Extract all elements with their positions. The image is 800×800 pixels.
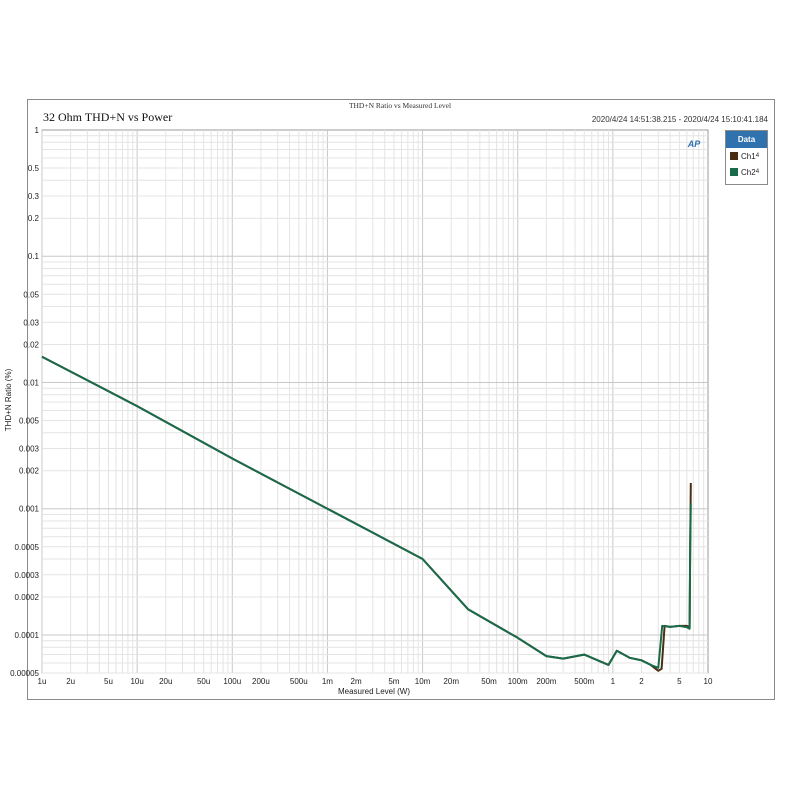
x-tick-label: 50u [197, 677, 210, 686]
legend-swatch-ch1 [730, 152, 738, 160]
y-axis-label: THD+N Ratio (%) [4, 368, 13, 431]
x-tick-label: 10 [704, 677, 713, 686]
x-tick-label: 50m [481, 677, 497, 686]
x-tick-label: 2u [66, 677, 75, 686]
x-tick-label: 100u [223, 677, 241, 686]
y-tick-label: 0.002 [19, 467, 40, 476]
legend-item-ch2[interactable]: Ch2 4 [726, 164, 767, 180]
y-tick-label: 0.001 [19, 505, 40, 514]
x-tick-label: 2m [351, 677, 362, 686]
x-tick-label: 1m [322, 677, 333, 686]
x-tick-label: 20u [159, 677, 172, 686]
x-tick-label: 1 [611, 677, 616, 686]
y-tick-label: 0.0001 [15, 631, 40, 640]
y-tick-label: 0.003 [19, 445, 40, 454]
y-tick-label: 0.2 [28, 214, 40, 223]
y-tick-label: 1 [35, 126, 40, 135]
x-tick-label: 1u [38, 677, 47, 686]
x-axis-label: Measured Level (W) [338, 687, 410, 696]
y-tick-label: 0.05 [23, 290, 39, 299]
y-tick-label: 0.0002 [15, 593, 40, 602]
x-tick-label: 200m [536, 677, 556, 686]
y-tick-label: 0.3 [28, 192, 40, 201]
legend: Data Ch1 4 Ch2 4 [725, 130, 768, 185]
grid [41, 129, 709, 674]
x-tick-label: 5 [677, 677, 682, 686]
legend-label-ch1: Ch1 [741, 151, 756, 161]
ap-logo-icon: AP [687, 139, 701, 149]
x-tick-label: 20m [443, 677, 459, 686]
legend-sub-ch2: 4 [755, 169, 760, 175]
y-tick-label: 0.0005 [15, 543, 40, 552]
legend-item-ch1[interactable]: Ch1 4 [726, 148, 767, 164]
y-tick-label: 0.03 [23, 318, 39, 327]
x-tick-label: 10m [415, 677, 431, 686]
y-tick-label: 0.01 [23, 378, 39, 387]
plot-area: 1u 2u 5u 10u 20u 50u 100u 200u 500u 1m 2m 5m 10m 20m 5… [4, 126, 713, 696]
y-tick-label: 0.1 [28, 252, 40, 261]
x-tick-label: 200u [252, 677, 270, 686]
x-tick-label: 5u [104, 677, 113, 686]
x-tick-label: 500u [290, 677, 308, 686]
legend-swatch-ch2 [730, 168, 738, 176]
x-tick-label: 500m [574, 677, 594, 686]
x-tick-label: 10u [130, 677, 143, 686]
y-tick-label: 0.02 [23, 340, 39, 349]
legend-header: Data [726, 131, 767, 148]
y-tick-label: 0.00005 [10, 669, 39, 678]
x-tick-label: 5m [388, 677, 399, 686]
y-tick-label: 0.005 [19, 417, 40, 426]
y-tick-label: 0.5 [28, 164, 40, 173]
legend-label-ch2: Ch2 [741, 167, 756, 177]
y-tick-label: 0.0003 [15, 571, 40, 580]
x-tick-label: 2 [639, 677, 644, 686]
x-tick-label: 100m [508, 677, 528, 686]
legend-sub-ch1: 4 [755, 153, 760, 159]
